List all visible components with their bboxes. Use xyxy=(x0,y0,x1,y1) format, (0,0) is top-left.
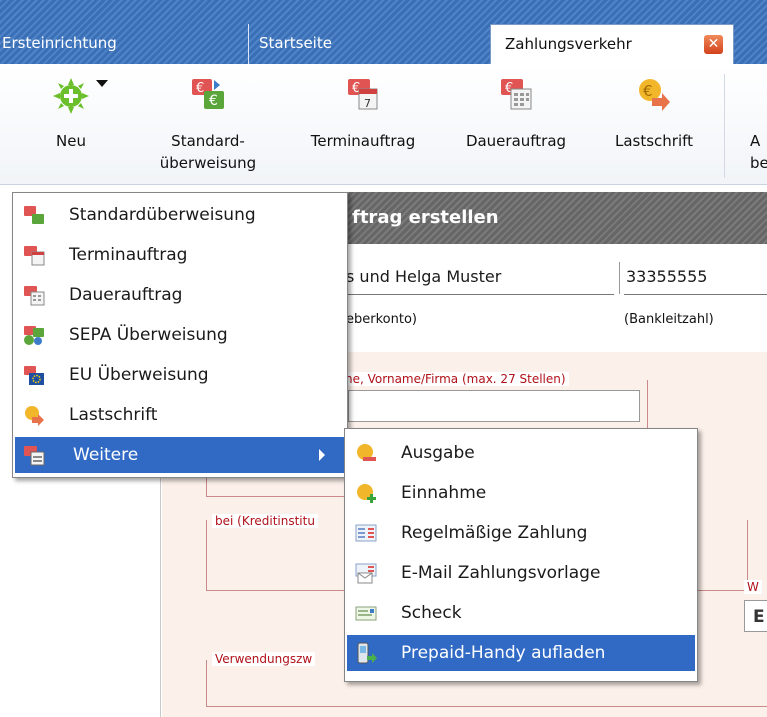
more-icon xyxy=(23,444,45,466)
svg-text:€: € xyxy=(196,81,204,96)
recipient-label: ne, Vorname/Firma (max. 27 Stellen) xyxy=(342,372,569,386)
standard-transfer-button[interactable]: € € Standard- überweisung xyxy=(148,64,268,182)
new-dropdown-menu: Standardüberweisung Terminauftrag Dauera… xyxy=(12,192,348,478)
euro-transfer-icon xyxy=(23,204,45,226)
account-caption: eberkonto) xyxy=(346,312,417,327)
standing-order-button[interactable]: € Dauerauftrag xyxy=(446,64,586,182)
recurring-euro-icon: € xyxy=(498,76,534,112)
cheque-icon xyxy=(355,602,377,624)
svg-text:€: € xyxy=(643,82,653,100)
menu-item-label: Prepaid-Handy aufladen xyxy=(401,643,606,663)
eu-transfer-icon xyxy=(23,364,45,386)
field-divider xyxy=(619,262,620,294)
direct-debit-button[interactable]: € Lastschrift xyxy=(596,64,712,182)
truncated-label-2: be xyxy=(750,154,767,172)
menu-item-label: Standardüberweisung xyxy=(69,205,256,225)
toolbar-divider xyxy=(724,74,725,178)
menu-item-label: Lastschrift xyxy=(69,405,158,425)
truncated-toolbar-button[interactable]: A be xyxy=(740,64,767,182)
tab-label: Startseite xyxy=(259,34,332,52)
add-icon xyxy=(53,76,89,114)
menu-item-term-order[interactable]: Terminauftrag xyxy=(15,237,345,273)
form-header: ftrag erstellen xyxy=(340,192,767,244)
submenu-item-regular-payment[interactable]: Regelmäßige Zahlung xyxy=(347,515,695,551)
menu-item-more[interactable]: Weitere xyxy=(15,437,345,473)
term-order-label: Terminauftrag xyxy=(310,132,416,150)
standard-transfer-label-1: Standard- xyxy=(171,132,245,150)
menu-item-direct-debit[interactable]: Lastschrift xyxy=(15,397,345,433)
bank-code-caption: (Bankleitzahl) xyxy=(624,312,714,327)
submenu-arrow-icon xyxy=(319,449,325,461)
submenu-item-cheque[interactable]: Scheck xyxy=(347,595,695,631)
menu-item-standard-transfer[interactable]: Standardüberweisung xyxy=(15,197,345,233)
menu-item-label: SEPA Überweisung xyxy=(69,325,228,345)
tab-ersteinrichtung[interactable]: Ersteinrichtung xyxy=(0,24,248,64)
mobile-phone-icon xyxy=(355,642,377,664)
submenu-item-expense[interactable]: Ausgabe xyxy=(347,435,695,471)
euro-transfer-icon: € € xyxy=(190,76,226,112)
sepa-transfer-icon xyxy=(23,324,45,346)
standing-order-label: Dauerauftrag xyxy=(465,132,567,150)
account-holder-name: s und Helga Muster xyxy=(346,267,502,286)
purpose-label: Verwendungszw xyxy=(212,652,316,666)
svg-text:€: € xyxy=(209,93,218,109)
new-button[interactable]: Neu xyxy=(30,64,112,182)
currency-label: W xyxy=(744,580,762,594)
menu-item-label: Terminauftrag xyxy=(69,245,188,265)
tab-zahlungsverkehr[interactable]: Zahlungsverkehr ✕ xyxy=(490,24,734,64)
dropdown-arrow-icon[interactable] xyxy=(96,80,108,87)
term-order-button[interactable]: € 7 Terminauftrag xyxy=(288,64,438,182)
menu-item-label: EU Überweisung xyxy=(69,365,209,385)
menu-item-label: Einnahme xyxy=(401,483,487,503)
email-template-icon xyxy=(355,562,377,584)
euro-minus-icon xyxy=(355,442,377,464)
calendar-euro-icon: € 7 xyxy=(345,76,381,112)
menu-item-sepa-transfer[interactable]: SEPA Überweisung xyxy=(15,317,345,353)
menu-item-label: Weitere xyxy=(73,445,139,465)
regular-payment-icon xyxy=(355,522,377,544)
bank-label: bei (Kreditinstitu xyxy=(212,514,318,528)
euro-coin-arrow-icon: € xyxy=(636,76,672,112)
account-line xyxy=(346,294,614,295)
direct-debit-label: Lastschrift xyxy=(614,132,694,150)
bank-code-line xyxy=(624,294,767,295)
recurring-euro-icon xyxy=(23,284,45,306)
recipient-input[interactable] xyxy=(348,390,640,422)
submenu-item-email-template[interactable]: E-Mail Zahlungsvorlage xyxy=(347,555,695,591)
tab-label: Zahlungsverkehr xyxy=(505,35,632,53)
truncated-label-1: A xyxy=(750,132,761,150)
close-icon[interactable]: ✕ xyxy=(704,35,723,54)
euro-coin-arrow-icon xyxy=(23,404,45,426)
menu-item-standing-order[interactable]: Dauerauftrag xyxy=(15,277,345,313)
ribbon-toolbar: Neu € € Standard- überweisung € 7 Termin… xyxy=(0,64,767,185)
submenu-item-income[interactable]: Einnahme xyxy=(347,475,695,511)
menu-item-label: Regelmäßige Zahlung xyxy=(401,523,588,543)
menu-item-label: Ausgabe xyxy=(401,443,475,463)
menu-item-label: Scheck xyxy=(401,603,462,623)
calendar-euro-icon xyxy=(23,244,45,266)
standard-transfer-label-2: überweisung xyxy=(159,154,257,172)
svg-text:7: 7 xyxy=(364,97,371,110)
tab-startseite[interactable]: Startseite xyxy=(248,24,490,64)
submenu-item-prepaid-mobile[interactable]: Prepaid-Handy aufladen xyxy=(347,635,695,671)
menu-item-eu-transfer[interactable]: EU Überweisung xyxy=(15,357,345,393)
menu-item-label: E-Mail Zahlungsvorlage xyxy=(401,563,601,583)
menu-item-label: Dauerauftrag xyxy=(69,285,183,305)
tab-label: Ersteinrichtung xyxy=(2,34,117,52)
euro-plus-icon xyxy=(355,482,377,504)
more-submenu: Ausgabe Einnahme Regelmäßige Zahlung E-M… xyxy=(344,428,698,682)
tab-bar: Ersteinrichtung Startseite Zahlungsverke… xyxy=(0,0,767,64)
bank-code-value: 33355555 xyxy=(626,267,708,286)
currency-field[interactable]: E xyxy=(744,600,767,632)
new-button-label: Neu xyxy=(56,132,86,150)
